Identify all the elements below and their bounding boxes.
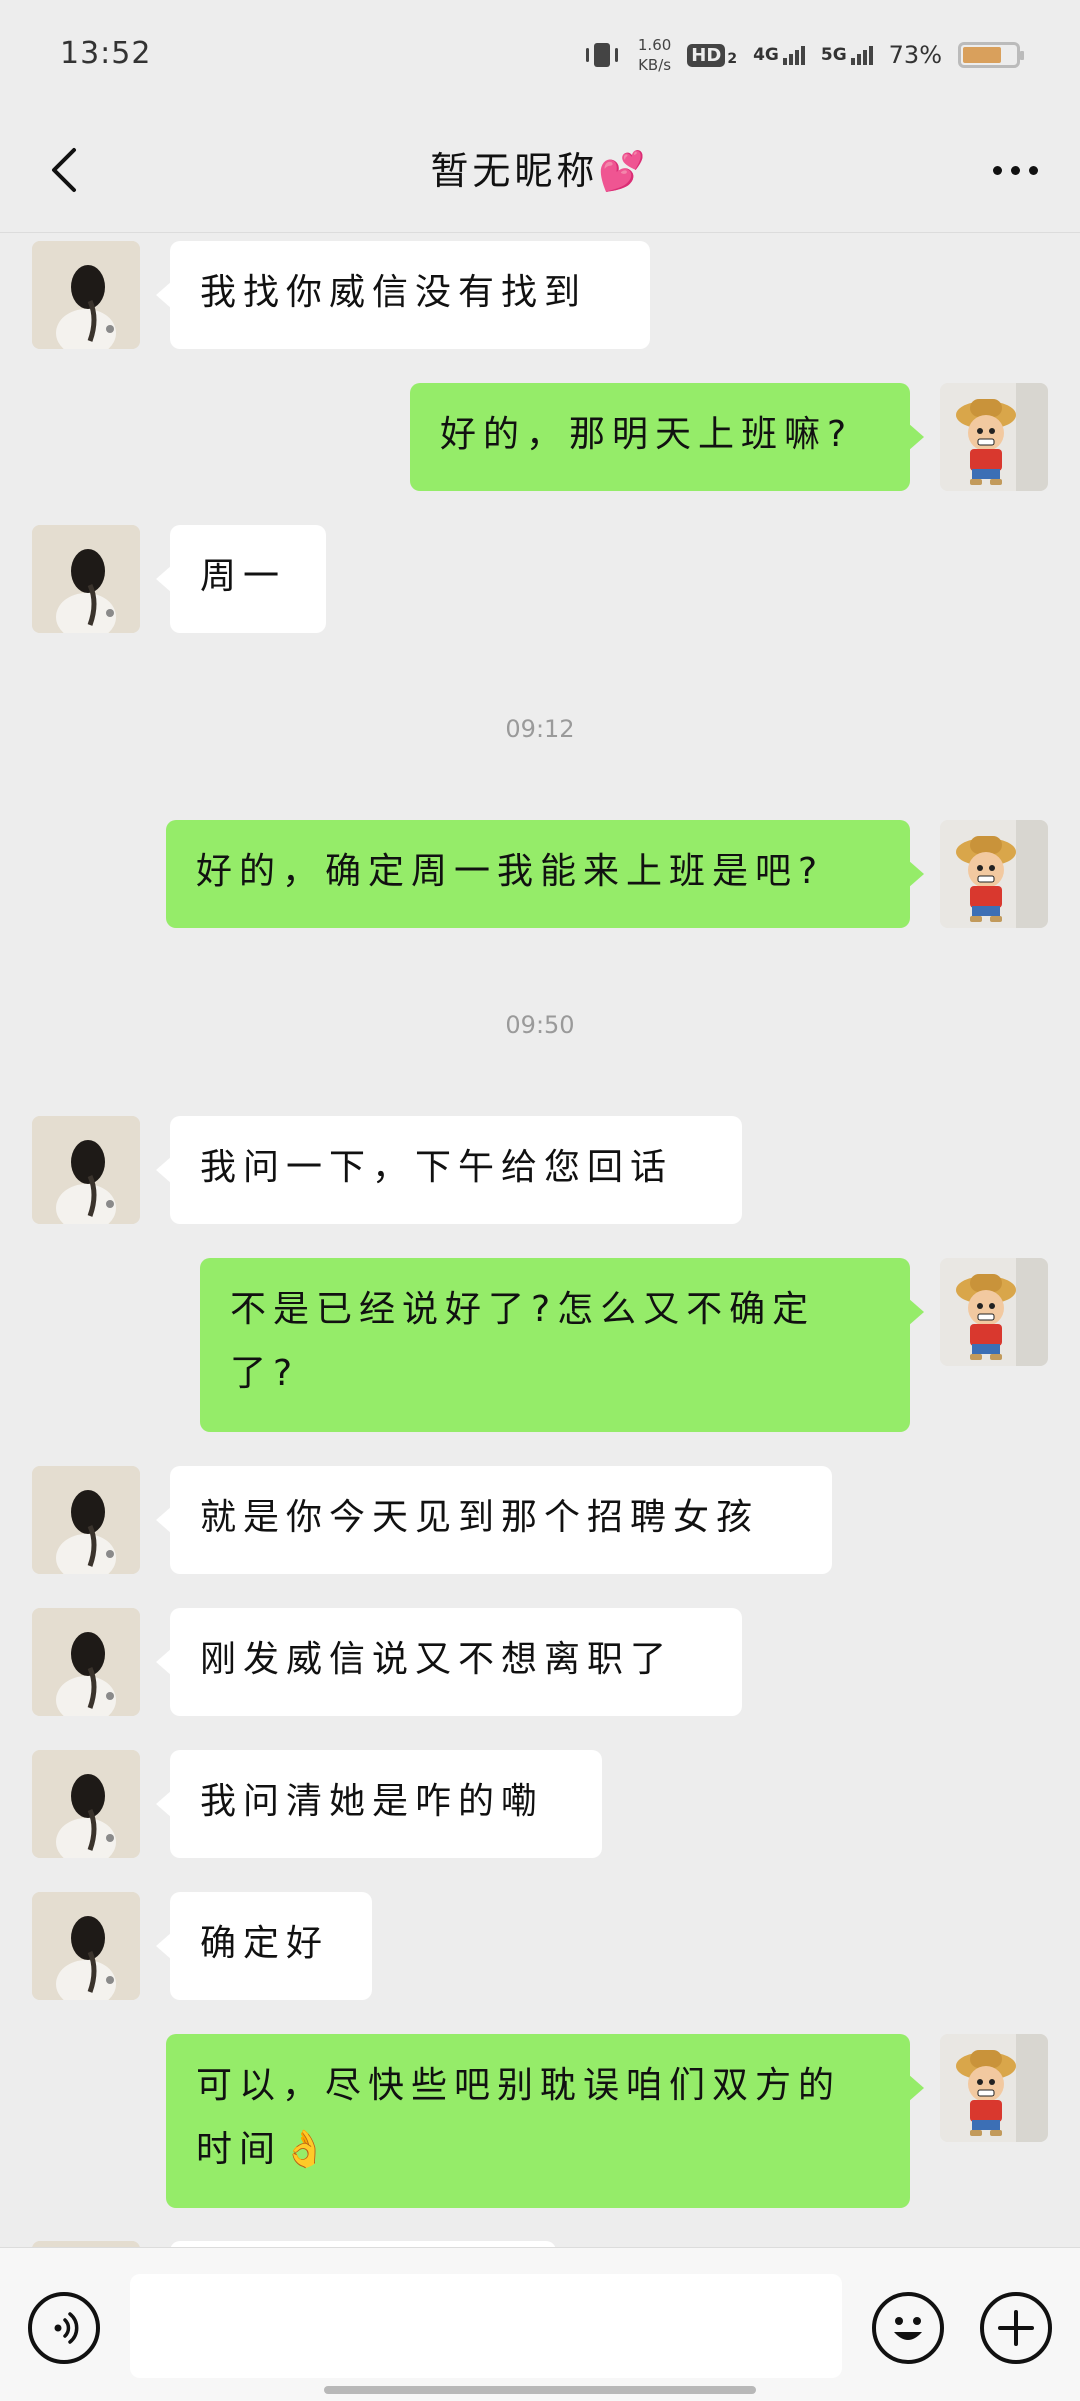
net-speed: 1.60 KB/s [638, 35, 671, 75]
message-input[interactable] [130, 2274, 842, 2378]
contact-avatar[interactable] [32, 1892, 140, 2000]
received-message-bubble[interactable]: 我问一下，下午给您回话 [156, 1116, 742, 1224]
received-message-bubble[interactable]: 就是你今天见到那个招聘女孩 [156, 1466, 832, 1574]
net-speed-unit: KB/s [638, 56, 672, 74]
chat-area[interactable]: 我找你威信没有找到好的，那明天上班嘛? 周一 09:12 好的，确定周一我能来上班是吧… [0, 233, 1080, 2247]
my-avatar[interactable] [940, 383, 1048, 491]
contact-avatar[interactable] [32, 1116, 140, 1224]
timestamp: 09:12 [505, 715, 575, 743]
nav-bar: 暂无昵称💕 [0, 110, 1080, 233]
more-horizontal-icon [992, 165, 1002, 175]
contact-avatar[interactable] [32, 525, 140, 633]
my-avatar[interactable] [940, 2034, 1048, 2142]
sent-message-bubble[interactable]: 好的，那明天上班嘛? [410, 383, 924, 491]
contact-avatar[interactable] [32, 1466, 140, 1574]
status-icons: 1.60 KB/s HD 2 4G 5G 73% [582, 30, 1024, 80]
hd-label: HD [687, 43, 726, 67]
signal-4g-icon: 4G [753, 45, 805, 65]
received-message-bubble[interactable]: 确定好 [156, 1892, 372, 2000]
voice-icon [54, 2312, 79, 2344]
hd-badge: HD 2 [687, 43, 738, 67]
received-message-bubble[interactable]: 周一 [156, 525, 326, 633]
my-avatar[interactable] [940, 1258, 1048, 1366]
plus-icon [998, 2310, 1034, 2346]
sent-message-bubble[interactable]: 好的，确定周一我能来上班是吧? [166, 820, 924, 928]
hd-sub: 2 [727, 50, 738, 67]
sent-message-bubble[interactable]: 不是已经说好了?怎么又不确定了? [200, 1258, 924, 1432]
timestamp: 09:50 [505, 1011, 575, 1039]
battery-icon [958, 42, 1024, 68]
status-time: 13:52 [60, 36, 152, 71]
contact-avatar[interactable] [32, 1750, 140, 1858]
emoji-icon [894, 2317, 922, 2340]
voice-button[interactable] [28, 2292, 100, 2364]
my-avatar[interactable] [940, 820, 1048, 928]
chat-title: 暂无昵称💕 [430, 149, 650, 193]
received-message-bubble[interactable]: 我问清她是咋的嘞 [156, 1750, 602, 1858]
sent-message-bubble[interactable]: 可以，尽快些吧别耽误咱们双方的时间👌 [166, 2034, 924, 2208]
signal-4g-label: 4G [753, 45, 779, 65]
contact-avatar[interactable] [32, 241, 140, 349]
home-indicator [324, 2386, 756, 2394]
emoji-button[interactable] [872, 2292, 944, 2364]
received-message-bubble[interactable]: 我找你威信没有找到 [156, 241, 650, 349]
received-message-bubble[interactable]: 刚发威信说又不想离职了 [156, 1608, 742, 1716]
status-bar: 13:52 1.60 KB/s HD 2 4G 5G 73% [0, 0, 1080, 110]
battery-fill [963, 47, 1001, 63]
net-speed-value: 1.60 [637, 36, 672, 54]
vibrate-icon [585, 43, 618, 67]
plus-button[interactable] [980, 2292, 1052, 2364]
input-bar [0, 2247, 1080, 2401]
contact-avatar[interactable] [32, 1608, 140, 1716]
signal-5g-icon: 5G [821, 45, 873, 65]
battery-percent: 73% [888, 41, 942, 69]
more-button[interactable] [980, 138, 1050, 202]
signal-5g-label: 5G [820, 45, 847, 65]
